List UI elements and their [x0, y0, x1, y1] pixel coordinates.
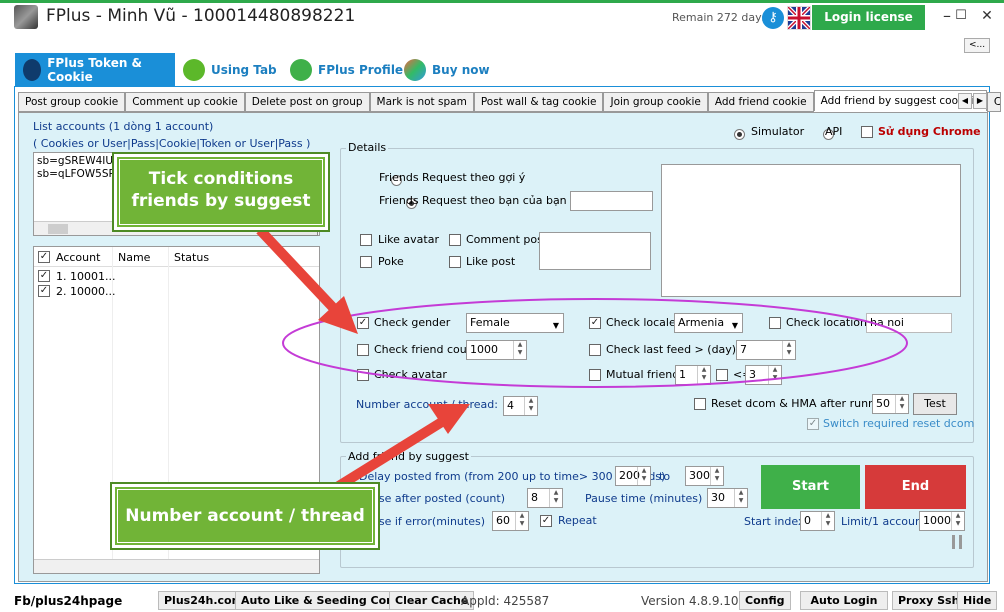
start-button[interactable]: Start [761, 465, 860, 509]
delay-from-stepper[interactable]: 200 ▲ ▼ [615, 466, 651, 486]
column-account[interactable]: Account [56, 251, 100, 264]
chrome-checkbox[interactable] [861, 126, 873, 138]
spin-icon[interactable]: ▲ ▼ [549, 489, 562, 507]
subtab-mark-not-spam[interactable]: Mark is not spam [369, 92, 474, 112]
appid-label: AppId: 425587 [461, 594, 550, 608]
reset-count-value: 50 [876, 397, 890, 410]
tab-scroll: ◀ ▶ [958, 93, 987, 109]
details-textarea[interactable] [661, 164, 961, 297]
test-button[interactable]: Test [913, 393, 957, 415]
reset-dcom-label: Reset dcom & HMA after runned [711, 397, 889, 410]
comment-textarea[interactable] [539, 232, 651, 270]
repeat-checkbox[interactable] [540, 515, 552, 527]
version-label: Version 4.8.9.10 [641, 594, 739, 608]
callout-tick-conditions: Tick conditions friends by suggest [112, 152, 330, 232]
tab-token-cookie[interactable]: FPlus Token & Cookie [15, 53, 175, 86]
close-button[interactable]: ✕ [972, 4, 1002, 30]
sub-tabs: Post group cookie Comment up cookie Dele… [18, 90, 1001, 112]
limit-stepper[interactable]: 1000 ▲ ▼ [919, 511, 965, 531]
repeat-label: Repeat [558, 514, 597, 527]
pause-icon [952, 535, 962, 549]
row-account: 1. 10001... [56, 270, 116, 283]
spin-icon[interactable]: ▲ ▼ [637, 467, 650, 485]
row-account: 2. 10000... [56, 285, 116, 298]
callout-number-account: Number account / thread [110, 482, 380, 550]
pause-time-label: Pause time (minutes) [585, 492, 703, 505]
hide-button[interactable]: Hide [957, 591, 998, 610]
app-icon [14, 5, 38, 29]
subtab-add-friend[interactable]: Add friend cookie [707, 92, 814, 112]
simulator-label: Simulator [751, 125, 805, 138]
fb-page-link[interactable]: Fb/plus24hpage [14, 594, 122, 608]
subtab-cancel-friend[interactable]: Cancel frien [986, 92, 1001, 112]
switch-reset-label: Switch required reset dcom [823, 417, 975, 430]
tab-scroll-right-icon[interactable]: ▶ [973, 93, 987, 109]
limit-value: 1000 [923, 514, 951, 527]
login-license-button[interactable]: Login license [812, 5, 925, 30]
tab-using-tab[interactable]: Using Tab [183, 53, 277, 86]
to-label: to [659, 470, 671, 483]
pause-time-stepper[interactable]: 30 ▲ ▼ [707, 488, 748, 508]
chrome-label: Sử dụng Chrome [878, 125, 981, 138]
delay-to-stepper[interactable]: 300 ▲ ▼ [685, 466, 724, 486]
subtab-delete-post[interactable]: Delete post on group [244, 92, 370, 112]
subtab-join-group[interactable]: Join group cookie [603, 92, 708, 112]
select-all-checkbox[interactable] [38, 251, 50, 263]
format-label: ( Cookies or User|Pass|Cookie|Token or U… [33, 137, 311, 150]
config-button[interactable]: Config [739, 591, 791, 610]
switch-reset-checkbox[interactable] [807, 418, 819, 430]
delay-to-value: 300 [689, 469, 710, 482]
window-title: FPlus - Minh Vũ - 100014480898221 [46, 6, 356, 26]
start-index-value: 0 [804, 514, 811, 527]
key-icon[interactable]: ⚷ [762, 7, 784, 29]
spin-icon[interactable]: ▲ ▼ [895, 395, 908, 413]
radio-suggest-label: Friends Request theo gợi ý [379, 171, 526, 184]
row-checkbox[interactable] [38, 285, 50, 297]
spin-icon[interactable]: ▲ ▼ [821, 512, 834, 530]
api-label: API [825, 125, 843, 138]
tab-buy-now[interactable]: Buy now [404, 53, 490, 86]
details-title: Details [346, 141, 389, 154]
limit-label: Limit/1 account: [841, 515, 930, 528]
spin-icon[interactable]: ▲ ▼ [951, 512, 964, 530]
tab-fplus-profile[interactable]: FPlus Profile [290, 53, 403, 86]
cart-icon [404, 58, 426, 81]
spin-icon[interactable]: ▲ ▼ [710, 467, 723, 485]
tab-scroll-left-icon[interactable]: ◀ [958, 93, 972, 109]
subtab-post-group[interactable]: Post group cookie [18, 92, 126, 112]
reset-dcom-checkbox[interactable] [694, 398, 706, 410]
uk-flag-icon[interactable] [786, 5, 812, 31]
subtab-comment-up[interactable]: Comment up cookie [125, 92, 245, 112]
pause-time-value: 30 [711, 491, 725, 504]
list-accounts-label: List accounts (1 dòng 1 account) [33, 120, 214, 133]
person-icon [23, 58, 42, 81]
remain-days: Remain 272 days [672, 11, 768, 24]
list-scrollbar[interactable] [34, 559, 319, 573]
proxy-ssh-button[interactable]: Proxy Ssh [892, 591, 966, 610]
reset-count-stepper[interactable]: 50 ▲ ▼ [872, 394, 909, 414]
link-icon [183, 58, 205, 81]
column-name[interactable]: Name [118, 251, 150, 264]
start-index-label: Start index: [744, 515, 809, 528]
end-button[interactable]: End [865, 465, 966, 509]
column-status[interactable]: Status [174, 251, 209, 264]
subtab-post-wall[interactable]: Post wall & tag cookie [473, 92, 604, 112]
row-checkbox[interactable] [38, 270, 50, 282]
people-icon [290, 58, 312, 81]
auto-login-button[interactable]: Auto Login [800, 591, 888, 610]
spin-icon[interactable]: ▲ ▼ [734, 489, 747, 507]
start-index-stepper[interactable]: 0 ▲ ▼ [800, 511, 835, 531]
collapse-button[interactable]: <... [964, 38, 990, 53]
simulator-radio[interactable] [734, 128, 745, 140]
location-input[interactable] [570, 191, 653, 211]
